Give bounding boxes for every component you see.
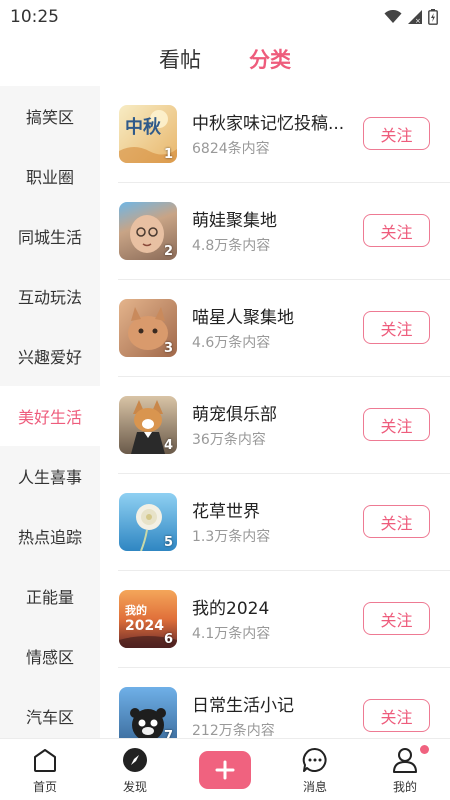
sidebar-item-good-life[interactable]: 美好生活	[0, 386, 100, 446]
list-item[interactable]: 我的 2024 6 我的2024 4.1万条内容 关注	[100, 571, 450, 668]
follow-button[interactable]: 关注	[363, 117, 430, 150]
follow-button[interactable]: 关注	[363, 408, 430, 441]
list-item[interactable]: 2 萌娃聚集地 4.8万条内容 关注	[100, 183, 450, 280]
nav-messages[interactable]: 消息	[270, 739, 360, 800]
rank-badge: 2	[163, 244, 173, 259]
follow-button[interactable]: 关注	[363, 602, 430, 635]
status-bar: 10:25 ×	[0, 0, 450, 34]
nav-discover-label: 发现	[122, 780, 147, 794]
user-icon	[393, 748, 417, 773]
list-item[interactable]: 7 日常生活小记 212万条内容 关注	[100, 668, 450, 738]
nav-home[interactable]: 首页	[0, 739, 90, 800]
status-time: 10:25	[10, 7, 59, 27]
home-icon	[34, 749, 56, 772]
follow-button[interactable]: 关注	[363, 214, 430, 247]
sidebar-item-hobbies[interactable]: 兴趣爱好	[0, 326, 100, 386]
follow-button[interactable]: 关注	[363, 699, 430, 732]
nav-discover[interactable]: 发现	[90, 739, 180, 800]
list-item[interactable]: 5 花草世界 1.3万条内容 关注	[100, 474, 450, 571]
topic-thumbnail: 4	[119, 396, 177, 454]
topic-thumbnail: 7	[119, 687, 177, 738]
topic-title: 中秋家味记忆投稿...	[192, 114, 345, 134]
topic-count: 4.1万条内容	[192, 626, 271, 642]
notification-dot	[420, 745, 429, 754]
sidebar-item-trending[interactable]: 热点追踪	[0, 506, 100, 566]
nav-messages-label: 消息	[302, 780, 327, 794]
topic-count: 4.8万条内容	[192, 238, 271, 254]
topic-list: 中秋 1 中秋家味记忆投稿... 6824条内容 关注 2 萌娃聚集地 4.8万…	[100, 86, 450, 738]
category-sidebar: 搞笑区 职业圈 同城生活 互动玩法 兴趣爱好 美好生活 人生喜事 热点追踪 正能…	[0, 86, 100, 738]
sidebar-item-interactive[interactable]: 互动玩法	[0, 266, 100, 326]
nav-home-label: 首页	[32, 780, 57, 794]
topic-count: 36万条内容	[192, 432, 266, 448]
nav-profile[interactable]: 我的	[360, 739, 450, 800]
topic-count: 6824条内容	[192, 141, 270, 157]
wifi-icon	[384, 10, 402, 23]
rank-badge: 6	[163, 632, 173, 647]
topic-title: 萌宠俱乐部	[192, 405, 277, 425]
nav-publish[interactable]	[180, 739, 270, 800]
topic-thumbnail: 2	[119, 202, 177, 260]
topic-count: 4.6万条内容	[192, 335, 271, 351]
topic-thumbnail: 3	[119, 299, 177, 357]
cellular-signal-icon: ×	[408, 10, 422, 24]
list-item[interactable]: 3 喵星人聚集地 4.6万条内容 关注	[100, 280, 450, 377]
plus-icon	[215, 760, 235, 780]
svg-text:×: ×	[415, 17, 421, 24]
sidebar-item-emotion[interactable]: 情感区	[0, 626, 100, 686]
list-item[interactable]: 中秋 1 中秋家味记忆投稿... 6824条内容 关注	[100, 86, 450, 183]
publish-button[interactable]	[199, 751, 251, 789]
tab-categories[interactable]: 分类	[249, 44, 291, 74]
topic-title: 我的2024	[192, 599, 270, 619]
status-icons: ×	[384, 9, 438, 25]
svg-text:我的: 我的	[125, 603, 147, 617]
svg-text:2024: 2024	[125, 618, 164, 634]
topic-count: 1.3万条内容	[192, 529, 271, 545]
tab-posts[interactable]: 看帖	[159, 44, 201, 74]
thumb-text-zhong: 中秋	[125, 116, 162, 138]
rank-badge: 4	[163, 438, 173, 453]
topic-title: 花草世界	[192, 502, 260, 522]
topic-thumbnail: 我的 2024 6	[119, 590, 177, 648]
sidebar-item-career[interactable]: 职业圈	[0, 146, 100, 206]
rank-badge: 3	[163, 341, 173, 356]
battery-charging-icon	[428, 9, 438, 25]
topic-title: 喵星人聚集地	[192, 308, 294, 328]
sidebar-item-cars[interactable]: 汽车区	[0, 686, 100, 738]
topic-title: 日常生活小记	[192, 696, 294, 716]
rank-badge: 5	[163, 535, 173, 550]
sidebar-item-funny[interactable]: 搞笑区	[0, 86, 100, 146]
sidebar-item-positive-energy[interactable]: 正能量	[0, 566, 100, 626]
list-item[interactable]: 4 萌宠俱乐部 36万条内容 关注	[100, 377, 450, 474]
rank-badge: 7	[163, 729, 173, 738]
bottom-nav: 首页 发现 消息 我的	[0, 738, 450, 800]
sidebar-item-life-events[interactable]: 人生喜事	[0, 446, 100, 506]
topic-title: 萌娃聚集地	[192, 211, 277, 231]
compass-icon	[123, 748, 147, 772]
rank-badge: 1	[163, 147, 173, 162]
follow-button[interactable]: 关注	[363, 505, 430, 538]
topic-thumbnail: 中秋 1	[119, 105, 177, 163]
topic-count: 212万条内容	[192, 723, 275, 738]
nav-profile-label: 我的	[392, 780, 417, 794]
top-tabs: 看帖 分类	[0, 34, 450, 84]
sidebar-item-local-life[interactable]: 同城生活	[0, 206, 100, 266]
topic-thumbnail: 5	[119, 493, 177, 551]
chat-bubble-icon	[302, 747, 327, 772]
follow-button[interactable]: 关注	[363, 311, 430, 344]
